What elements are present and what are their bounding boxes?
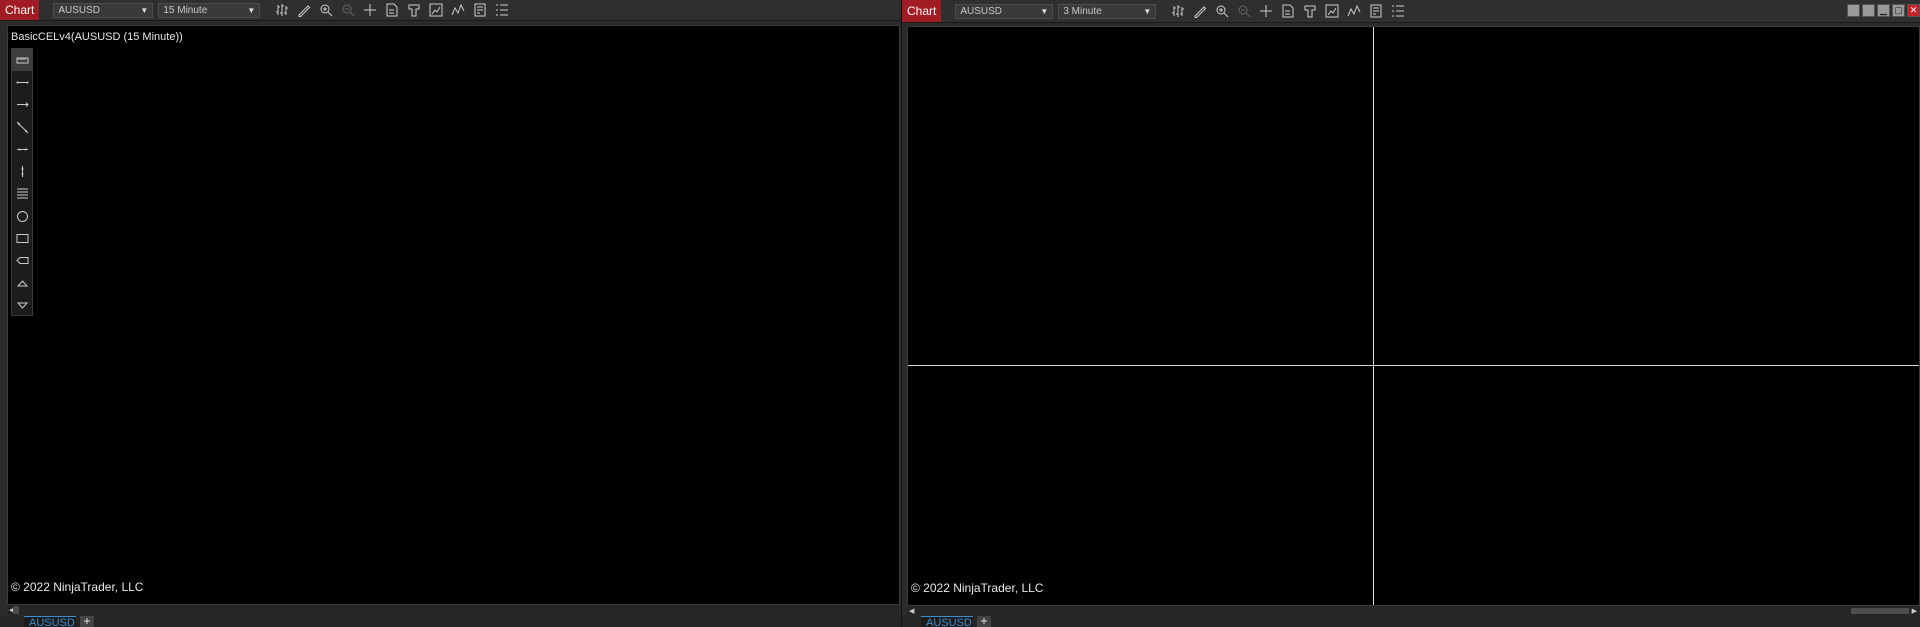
crosshair-icon[interactable] — [1255, 2, 1277, 20]
copyright-text: © 2022 NinjaTrader, LLC — [911, 581, 1044, 595]
templates-icon[interactable] — [403, 1, 425, 19]
instrument-selector[interactable]: AUSUSD ▼ — [955, 3, 1054, 19]
chevron-down-icon: ▼ — [1040, 6, 1049, 16]
period-selector[interactable]: 15 Minute ▼ — [158, 2, 261, 18]
left-chart-window: Chart AUSUSD ▼ 15 Minute ▼ BasicCELv4(AU… — [0, 0, 901, 627]
indicators-icon[interactable] — [447, 1, 469, 19]
zoom-in-icon[interactable] — [1211, 2, 1233, 20]
chart-toolbar: Chart AUSUSD ▼ 3 Minute ▼ ▁ ▢ ✕ — [902, 0, 1920, 23]
crosshair-vertical-line — [1373, 27, 1374, 605]
indicator-label: BasicCELv4(AUSUSD (15 Minute)) — [11, 31, 183, 43]
data-box-icon[interactable] — [469, 1, 491, 19]
chevron-down-icon: ▼ — [1143, 6, 1152, 16]
scroll-thumb[interactable] — [1851, 608, 1909, 614]
maximize-icon[interactable]: ▢ — [1892, 4, 1905, 17]
pencil-draw-icon[interactable] — [1189, 2, 1211, 20]
chevron-down-icon: ▼ — [247, 5, 256, 15]
arrow-line-icon[interactable] — [12, 138, 32, 160]
chart-panel[interactable]: BasicCELv4(AUSUSD (15 Minute)) © 2022 Ni… — [7, 25, 900, 605]
instrument-selector[interactable]: AUSUSD ▼ — [53, 2, 154, 18]
horizontal-scrollbar[interactable]: ◀ ▶ — [907, 606, 1919, 616]
list-icon[interactable] — [1387, 2, 1409, 20]
chart-toolbar: Chart AUSUSD ▼ 15 Minute ▼ — [0, 0, 901, 21]
list-icon[interactable] — [491, 1, 513, 19]
horizontal-scrollbar[interactable]: ◀ — [7, 605, 900, 615]
data-box-icon[interactable] — [1365, 2, 1387, 20]
pencil-draw-icon[interactable] — [293, 1, 315, 19]
period-selector[interactable]: 3 Minute ▼ — [1058, 3, 1157, 19]
crosshair-horizontal-line — [908, 365, 1919, 366]
chevron-down-icon: ▼ — [140, 5, 149, 15]
tile-icon[interactable] — [1847, 4, 1860, 17]
instrument-value: AUSUSD — [960, 5, 1003, 17]
zoom-in-icon[interactable] — [315, 1, 337, 19]
rectangle-icon[interactable] — [12, 227, 32, 249]
chart-tab-bar: AUSUSD + — [902, 615, 1920, 627]
toolbar-icons — [271, 1, 513, 19]
period-value: 3 Minute — [1063, 5, 1102, 17]
bar-type-icon[interactable] — [271, 1, 293, 19]
add-tab-button[interactable]: + — [977, 615, 991, 627]
chart-title-tag[interactable]: Chart — [902, 0, 942, 22]
properties-icon[interactable] — [1277, 2, 1299, 20]
tab-aususd[interactable]: AUSUSD — [24, 616, 76, 627]
triangle-up-icon[interactable] — [12, 272, 32, 294]
chart-title-tag[interactable]: Chart — [0, 0, 40, 20]
ruler-icon[interactable] — [12, 49, 32, 72]
chart-tab-bar: AUSUSD + — [0, 615, 901, 627]
close-icon[interactable]: ✕ — [1907, 4, 1920, 17]
zoom-out-icon[interactable] — [337, 1, 359, 19]
indicators-icon[interactable] — [1343, 2, 1365, 20]
extended-line-icon[interactable] — [12, 116, 32, 138]
triangle-down-icon[interactable] — [12, 294, 32, 316]
tab-aususd[interactable]: AUSUSD — [921, 616, 973, 627]
strategies-icon[interactable] — [425, 1, 447, 19]
templates-icon[interactable] — [1299, 2, 1321, 20]
copyright-text: © 2022 NinjaTrader, LLC — [11, 580, 144, 594]
line-icon[interactable] — [12, 71, 32, 93]
crosshair-icon[interactable] — [359, 1, 381, 19]
horizontal-lines-icon[interactable] — [12, 183, 32, 205]
right-chart-window: Chart AUSUSD ▼ 3 Minute ▼ ▁ ▢ ✕ © 2022 N… — [901, 0, 1920, 627]
drawing-tools-bar — [11, 48, 33, 316]
scroll-left-icon[interactable]: ◀ — [907, 607, 916, 615]
vertical-line-icon[interactable] — [12, 160, 32, 182]
text-arrow-icon[interactable] — [12, 250, 32, 272]
period-value: 15 Minute — [163, 4, 208, 16]
scroll-thumb[interactable] — [13, 606, 19, 614]
ellipse-icon[interactable] — [12, 205, 32, 227]
strategies-icon[interactable] — [1321, 2, 1343, 20]
chart-panel[interactable]: © 2022 NinjaTrader, LLC — [907, 26, 1920, 606]
tile-alt-icon[interactable] — [1862, 4, 1875, 17]
zoom-out-icon[interactable] — [1233, 2, 1255, 20]
bar-type-icon[interactable] — [1167, 2, 1189, 20]
scroll-right-icon[interactable]: ▶ — [1910, 607, 1919, 615]
toolbar-icons — [1167, 2, 1409, 20]
minimize-icon[interactable]: ▁ — [1877, 4, 1890, 17]
ray-icon[interactable] — [12, 94, 32, 116]
properties-icon[interactable] — [381, 1, 403, 19]
add-tab-button[interactable]: + — [80, 615, 94, 627]
window-controls: ▁ ▢ ✕ — [1845, 4, 1920, 17]
instrument-value: AUSUSD — [58, 4, 101, 16]
